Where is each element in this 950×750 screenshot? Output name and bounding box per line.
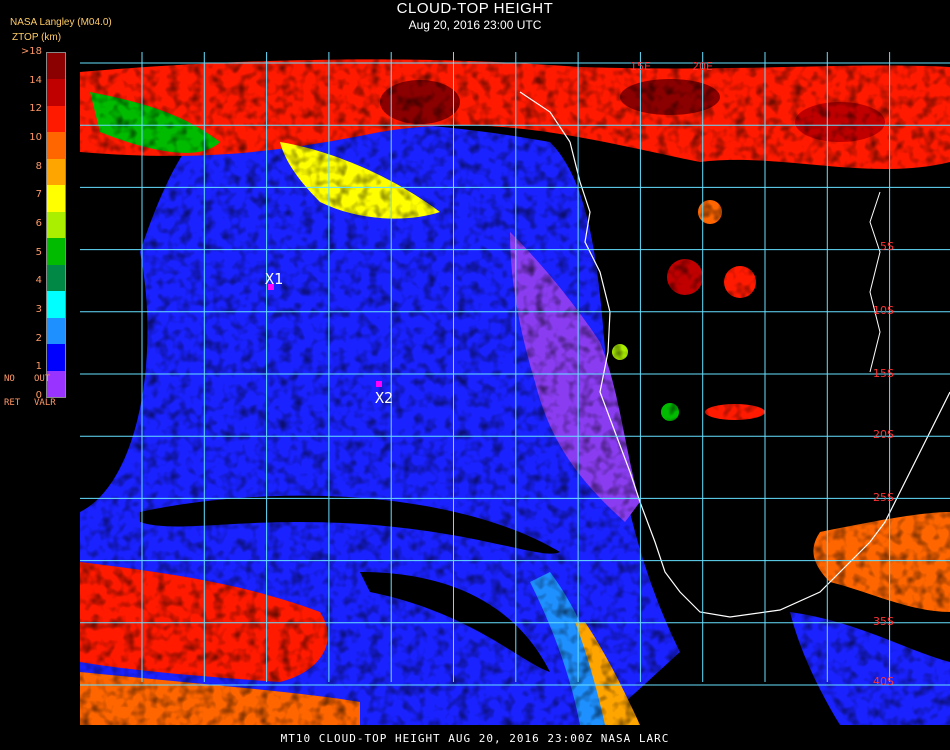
legend-tick-label: 1 xyxy=(35,361,42,373)
legend-tick-label: 4 xyxy=(35,275,42,287)
legend-tick-label: 10 xyxy=(29,132,42,143)
cloud-top-map: 5S 10S 15S 20S 25S 35S 40S 15E 20E X1 X2 xyxy=(80,52,950,725)
lat-label: 5S xyxy=(880,240,894,253)
legend-swatch xyxy=(47,238,65,266)
lat-label: 20S xyxy=(873,428,894,441)
color-legend: >18 14 12 10 8 7 6 5 4 3 2 1 0 NO OUT RET VALR xyxy=(0,44,80,408)
legend-tick-label: >18 xyxy=(20,46,42,57)
lat-label: 25S xyxy=(873,491,894,504)
legend-swatch xyxy=(47,79,65,107)
lon-label: 20E xyxy=(692,60,713,73)
footer-caption: MT10 CLOUD-TOP HEIGHT AUG 20, 2016 23:00… xyxy=(280,732,670,745)
legend-tick-label: 3 xyxy=(35,304,42,315)
legend-swatch xyxy=(47,291,65,319)
site-marker-x2 xyxy=(376,381,382,387)
lon-label: 15E xyxy=(630,60,651,73)
legend-tick-label: 14 xyxy=(29,74,42,86)
legend-swatch xyxy=(47,344,65,372)
cloud-texture xyxy=(80,52,950,725)
legend-note-no: NO xyxy=(4,374,15,384)
source-label: NASA Langley (M04.0) xyxy=(10,17,112,28)
legend-swatch xyxy=(47,264,65,292)
legend-tick-label: 6 xyxy=(35,218,42,229)
lat-label: 35S xyxy=(873,615,894,628)
site-label-x2: X2 xyxy=(375,389,393,407)
map-title: CLOUD-TOP HEIGHT xyxy=(396,0,554,17)
legend-colorbar xyxy=(46,52,66,398)
units-label: ZTOP (km) xyxy=(12,32,62,43)
legend-swatch xyxy=(47,105,65,133)
map-subtitle: Aug 20, 2016 23:00 UTC xyxy=(408,18,542,32)
lat-label: 40S xyxy=(873,675,894,688)
legend-note-ret: RET xyxy=(4,398,21,408)
legend-tick-label: 5 xyxy=(35,246,42,258)
legend-swatch xyxy=(47,317,65,345)
legend-swatch xyxy=(47,132,65,160)
legend-swatch xyxy=(47,211,65,239)
legend-swatch xyxy=(47,53,65,80)
legend-swatch xyxy=(47,158,65,186)
lat-label: 10S xyxy=(873,304,894,317)
legend-tick-label: 8 xyxy=(35,160,42,172)
legend-swatch xyxy=(47,185,65,213)
legend-tick-label: 2 xyxy=(35,332,42,344)
lat-label: 15S xyxy=(873,367,894,380)
legend-note-out: OUT xyxy=(34,374,51,384)
legend-tick-label: 7 xyxy=(35,189,42,201)
legend-tick-label: 12 xyxy=(29,103,42,115)
legend-note-valr: VALR xyxy=(34,398,56,408)
site-label-x1: X1 xyxy=(265,270,283,288)
